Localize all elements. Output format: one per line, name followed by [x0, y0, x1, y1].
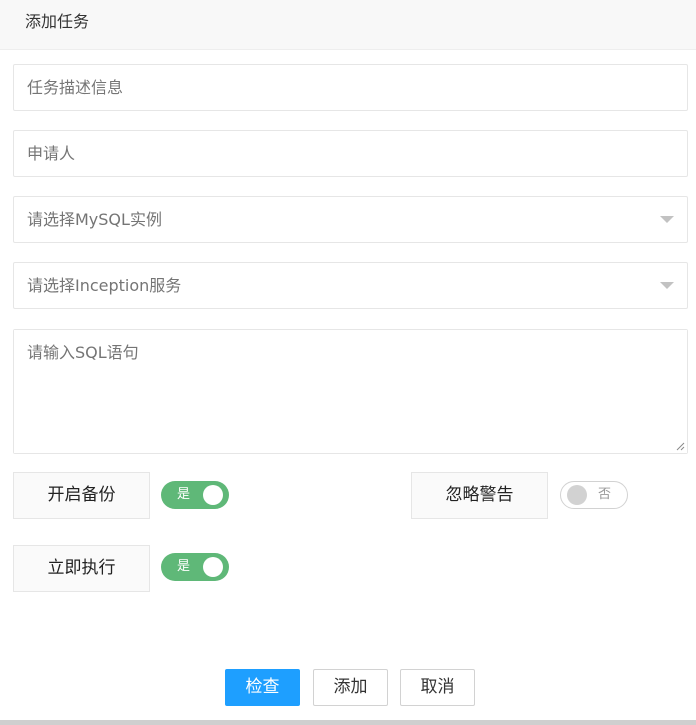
chevron-down-icon	[660, 216, 674, 223]
resize-grip-icon[interactable]	[675, 441, 685, 451]
toggle-knob	[203, 557, 223, 577]
dialog-header: 添加任务	[0, 0, 696, 50]
dialog-bottom-border	[0, 720, 696, 725]
toggle-knob	[203, 485, 223, 505]
backup-toggle-text: 是	[177, 487, 191, 502]
backup-label: 开启备份	[13, 472, 150, 519]
chevron-down-icon	[660, 282, 674, 289]
ignore-warnings-toggle-text: 否	[598, 487, 612, 502]
sql-field[interactable]	[13, 329, 688, 454]
execute-now-toggle[interactable]: 是	[161, 553, 229, 581]
applicant-input[interactable]	[14, 131, 687, 176]
backup-toggle[interactable]: 是	[161, 481, 229, 509]
applicant-field[interactable]	[13, 130, 688, 177]
task-description-field[interactable]	[13, 64, 688, 111]
cancel-button[interactable]: 取消	[400, 669, 475, 706]
ignore-warnings-label: 忽略警告	[411, 472, 548, 519]
execute-now-toggle-text: 是	[177, 559, 191, 574]
inception-service-select[interactable]: 请选择Inception服务	[13, 262, 688, 309]
inception-service-placeholder: 请选择Inception服务	[27, 276, 182, 295]
toggle-knob	[567, 485, 587, 505]
mysql-instance-select[interactable]: 请选择MySQL实例	[13, 196, 688, 243]
add-button[interactable]: 添加	[313, 669, 388, 706]
task-description-input[interactable]	[14, 65, 687, 110]
dialog-title: 添加任务	[25, 12, 90, 31]
check-button[interactable]: 检查	[225, 669, 300, 706]
ignore-warnings-toggle[interactable]: 否	[560, 481, 628, 509]
mysql-instance-placeholder: 请选择MySQL实例	[27, 210, 162, 229]
execute-now-label: 立即执行	[13, 545, 150, 592]
sql-textarea[interactable]	[14, 330, 687, 453]
